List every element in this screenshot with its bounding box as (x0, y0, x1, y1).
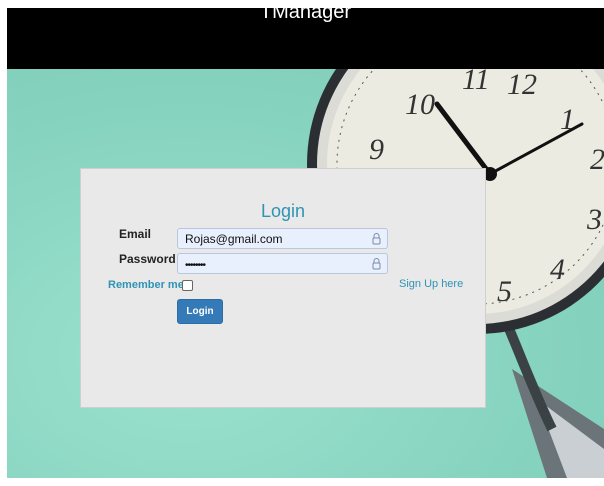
top-navbar: TManager (7, 8, 604, 69)
password-field[interactable]: •••••••• (177, 253, 388, 274)
clock-numeral-2: 2 (590, 143, 604, 176)
sign-up-link[interactable]: Sign Up here (399, 278, 463, 290)
clock-numeral-3: 3 (586, 203, 602, 236)
app-title: TManager (259, 8, 352, 23)
password-label: Password (119, 252, 176, 266)
clock-numeral-5: 5 (497, 275, 512, 308)
lock-icon (372, 233, 381, 245)
clock-numeral-10: 10 (405, 88, 435, 121)
password-value: •••••••• (185, 260, 206, 271)
remember-me-label: Remember me (108, 279, 184, 291)
browser-viewport: 10 11 12 1 2 3 4 5 9 TManager Login Emai… (7, 8, 604, 478)
login-heading: Login (260, 201, 306, 221)
clock-numeral-11: 11 (462, 69, 490, 96)
email-field[interactable]: Rojas@gmail.com (177, 228, 388, 249)
login-button[interactable]: Login (177, 299, 223, 324)
remember-me-checkbox[interactable] (182, 280, 193, 291)
email-value: Rojas@gmail.com (185, 232, 283, 246)
clock-numeral-9: 9 (369, 133, 384, 166)
lock-icon (372, 258, 381, 270)
login-card: Login Email Rojas@gmail.com Password •••… (80, 168, 486, 408)
clock-numeral-12: 12 (507, 69, 537, 101)
email-label: Email (119, 227, 152, 241)
clock-numeral-4: 4 (550, 253, 565, 286)
